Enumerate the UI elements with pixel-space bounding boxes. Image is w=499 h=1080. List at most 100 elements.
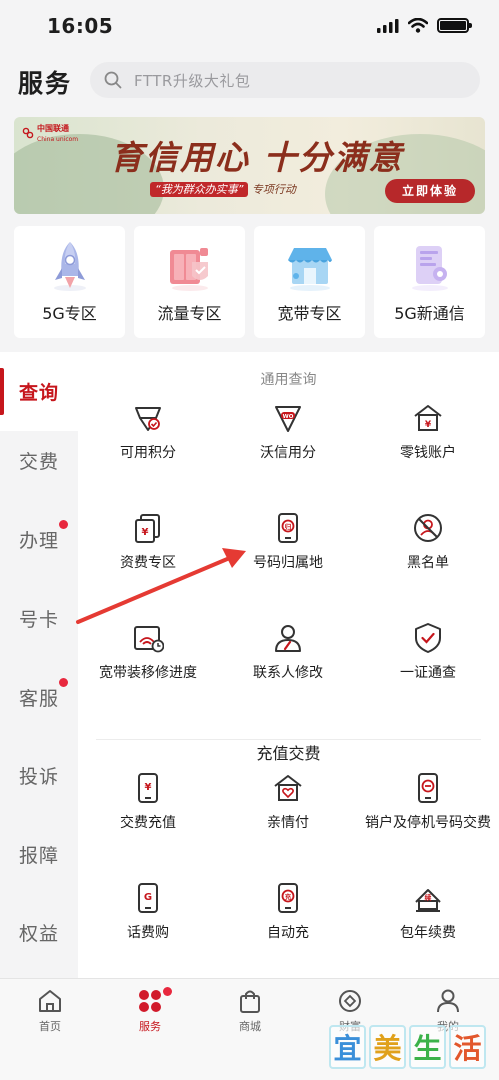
zone-label: 5G专区: [42, 304, 97, 323]
wifi-icon: [408, 18, 428, 33]
brand-cn: 中国联通: [37, 124, 69, 133]
points-icon: [135, 407, 161, 431]
service-clover-icon: [139, 990, 161, 1012]
status-bar: 16:05: [0, 0, 499, 58]
phone-location-icon: 归: [278, 513, 298, 543]
grid-item-broadband-progress[interactable]: 宽带装移修进度: [78, 622, 218, 712]
svg-text:归: 归: [285, 522, 292, 531]
svg-text:¥: ¥: [142, 527, 149, 538]
profile-icon: [437, 989, 459, 1013]
unicom-logo: 中国联通 China unicom: [22, 123, 78, 143]
badge-dot: [163, 987, 172, 996]
svg-text:G: G: [144, 892, 152, 903]
svg-text:续: 续: [425, 893, 432, 902]
sidebar-item-complaint[interactable]: 投诉: [0, 736, 78, 815]
home-icon: [39, 990, 61, 1012]
watermark-char: 宜: [329, 1025, 366, 1069]
phone-minus-icon: [418, 773, 438, 803]
banner-title: 育信用心 十分满意: [110, 138, 404, 177]
banner-subtitle-highlight: “我为群众办实事”: [150, 182, 249, 197]
sidebar-item-query[interactable]: 查询: [0, 352, 78, 431]
promo-banner[interactable]: 中国联通 China unicom 育信用心 十分满意 “我为群众办实事” 专项…: [14, 117, 485, 214]
header: 服务 FTTR升级大礼包: [0, 58, 499, 104]
zone-card-broadband[interactable]: 宽带专区: [254, 226, 365, 338]
search-input[interactable]: FTTR升级大礼包: [90, 62, 480, 98]
grid-item-auto-recharge[interactable]: 充 自动充: [218, 882, 358, 972]
grid-item-closed-number-pay[interactable]: 销户及停机号码交费: [358, 772, 498, 862]
banner-subtitle-rest: 专项行动: [251, 183, 296, 196]
zone-label: 流量专区: [157, 304, 222, 323]
grid-item-wallet[interactable]: ¥ 零钱账户: [358, 402, 498, 492]
search-placeholder: FTTR升级大礼包: [134, 71, 251, 90]
watermark-char: 活: [449, 1025, 486, 1069]
grid-item-bill-purchase[interactable]: G 话费购: [78, 882, 218, 972]
section-title-recharge: 充值交费: [256, 744, 321, 763]
watermark: 宜 美 生 活: [329, 1025, 487, 1069]
grid-item-id-check[interactable]: 一证通查: [358, 622, 498, 712]
sidebar-item-customer-service[interactable]: 客服: [0, 658, 78, 737]
family-pay-icon: [274, 775, 302, 801]
broadband-store-icon: [287, 248, 332, 291]
watermark-char: 美: [369, 1025, 406, 1069]
zone-card-5g-communication[interactable]: 5G新通信: [374, 226, 485, 338]
try-now-button[interactable]: 立即体验: [385, 179, 475, 203]
zone-card-5g[interactable]: 5G专区: [14, 226, 125, 338]
wallet-house-icon: ¥: [414, 405, 442, 431]
badge-dot: [59, 520, 68, 529]
service-content: 通用查询 可用积分 WO 沃信用分 ¥ 零钱账户 ¥ 资费专区 归 号码归属地 …: [78, 352, 499, 978]
grid-item-points[interactable]: 可用积分: [78, 402, 218, 492]
status-icons: [377, 18, 472, 33]
grid-item-blacklist[interactable]: 黑名单: [358, 512, 498, 602]
rocket-icon: [53, 242, 86, 291]
grid-item-recharge[interactable]: ¥ 交费充值: [78, 772, 218, 862]
battery-icon: [437, 18, 472, 33]
svg-text:¥: ¥: [425, 420, 432, 430]
broadband-progress-icon: [134, 626, 164, 653]
watermark-char: 生: [409, 1025, 446, 1069]
data-traffic-icon: [169, 248, 208, 291]
grid-item-tariff[interactable]: ¥ 资费专区: [78, 512, 218, 602]
page-title: 服务: [18, 69, 73, 98]
zone-label: 5G新通信: [394, 304, 465, 323]
sidebar-item-handle[interactable]: 办理: [0, 500, 78, 579]
tariff-cards-icon: ¥: [135, 514, 160, 543]
sidebar-item-benefits[interactable]: 权益: [0, 893, 78, 972]
blacklist-icon: [414, 514, 442, 542]
new-communication-icon: [411, 246, 448, 291]
auto-recharge-icon: 充: [278, 883, 298, 913]
grid-item-contact-edit[interactable]: 联系人修改: [218, 622, 358, 712]
sidebar-item-number-card[interactable]: 号卡: [0, 579, 78, 658]
category-sidebar: 查询 交费 办理 号卡 客服 投诉 报障 权益: [0, 352, 78, 978]
grid-item-wo-credit[interactable]: WO 沃信用分: [218, 402, 358, 492]
section-title-general-query: 通用查询: [260, 372, 317, 388]
status-time: 16:05: [47, 14, 114, 38]
sidebar-item-payment[interactable]: 交费: [0, 421, 78, 500]
tab-home[interactable]: 首页: [10, 987, 90, 1037]
tab-mall[interactable]: 商城: [210, 987, 290, 1037]
phone-g-icon: G: [138, 883, 158, 913]
banner-subtitle: “我为群众办实事” 专项行动: [150, 181, 296, 197]
grid-item-family-pay[interactable]: 亲情付: [218, 772, 358, 862]
phone-yen-icon: ¥: [138, 773, 158, 803]
cellular-signal-icon: [377, 18, 399, 33]
svg-text:WO: WO: [283, 414, 294, 420]
id-check-shield-icon: [415, 623, 441, 653]
contact-edit-icon: [275, 625, 301, 652]
grid-item-number-location[interactable]: 归 号码归属地: [218, 512, 358, 602]
svg-text:充: 充: [285, 892, 292, 901]
sidebar-item-fault-report[interactable]: 报障: [0, 815, 78, 894]
brand-en: China unicom: [37, 136, 79, 143]
zone-label: 宽带专区: [277, 304, 342, 323]
wealth-coin-icon: [339, 990, 361, 1012]
badge-dot: [59, 678, 68, 687]
shopping-bag-icon: [240, 990, 260, 1013]
search-icon: [104, 71, 122, 89]
grid-item-annual-renew[interactable]: 续 包年续费: [358, 882, 498, 972]
unicom-knot-icon: [22, 127, 34, 139]
zone-cards: 5G专区 流量专区 宽带专区 5G新通信: [14, 226, 499, 338]
zone-card-traffic[interactable]: 流量专区: [134, 226, 245, 338]
svg-text:¥: ¥: [145, 782, 152, 793]
wo-credit-icon: WO: [275, 406, 301, 432]
annual-renew-icon: 续: [415, 889, 441, 912]
tab-service[interactable]: 服务: [110, 987, 190, 1037]
